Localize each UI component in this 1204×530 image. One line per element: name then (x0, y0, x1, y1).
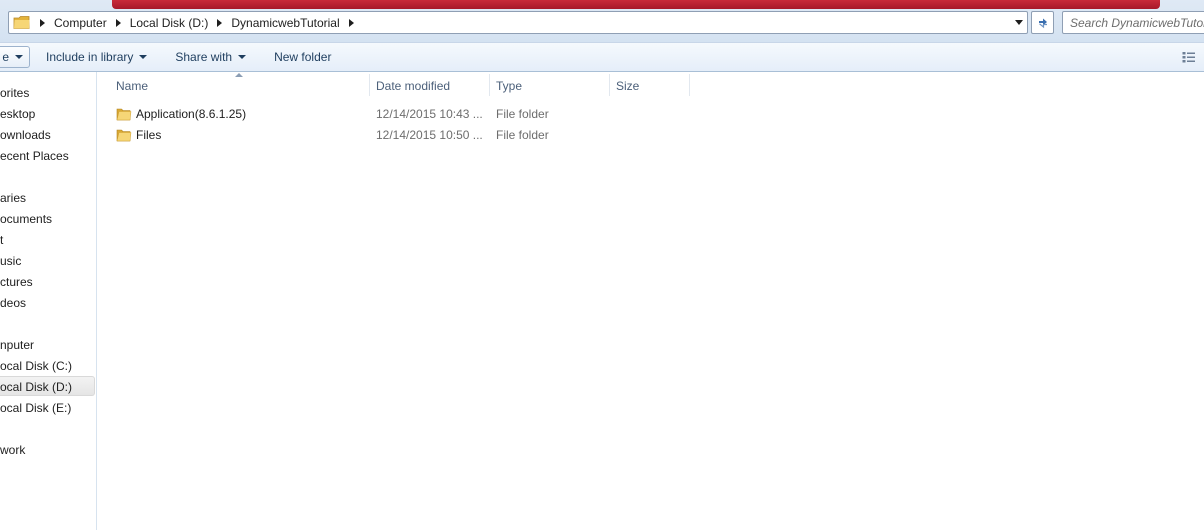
address-bar[interactable]: Computer Local Disk (D:) DynamicwebTutor… (8, 11, 1028, 34)
address-history-dropdown-icon[interactable] (1015, 20, 1023, 25)
breadcrumb-arrow-icon[interactable] (348, 18, 354, 27)
file-date-modified: 12/14/2015 10:43 ... (376, 107, 483, 121)
file-name: Application(8.6.1.25) (136, 107, 247, 121)
column-divider[interactable] (369, 74, 370, 96)
column-header-type[interactable]: Type (496, 72, 608, 99)
column-header-label: Name (116, 78, 149, 93)
search-input[interactable]: Search DynamicwebTutorial (1062, 11, 1204, 34)
folder-icon (116, 128, 132, 142)
nav-item-label: deos (0, 296, 27, 310)
file-row[interactable]: Files 12/14/2015 10:50 ... File folder (98, 125, 698, 145)
nav-item-computer[interactable]: nputer (0, 335, 96, 355)
nav-item-label: ocal Disk (E:) (0, 401, 72, 415)
include-in-library-button[interactable]: Include in library (38, 45, 155, 69)
nav-item-label: ecent Places (0, 149, 69, 163)
column-header-size[interactable]: Size (616, 72, 688, 99)
new-folder-button[interactable]: New folder (266, 45, 339, 69)
title-bar-fragment (112, 0, 1160, 9)
nav-item-local-disk-c[interactable]: ocal Disk (C:) (0, 356, 96, 376)
include-in-library-label: Include in library (46, 50, 134, 64)
column-header-date-modified[interactable]: Date modified (376, 72, 488, 99)
nav-item-recent-places[interactable]: ecent Places (0, 146, 96, 166)
nav-item-label: nputer (0, 338, 35, 352)
nav-item-downloads[interactable]: ownloads (0, 125, 96, 145)
column-header-name[interactable]: Name (116, 72, 366, 99)
nav-item-label: orites (0, 86, 30, 100)
nav-item-git[interactable]: t (0, 230, 96, 250)
nav-item-label: ocal Disk (D:) (0, 380, 73, 394)
column-divider[interactable] (489, 74, 490, 96)
share-with-label: Share with (175, 50, 233, 64)
breadcrumb-computer[interactable]: Computer (54, 12, 107, 33)
organize-button[interactable]: e (0, 46, 30, 68)
command-bar: e Include in library Share with New fold… (0, 42, 1204, 72)
nav-item-label: esktop (0, 107, 36, 121)
organize-label: e (2, 50, 9, 64)
nav-item-label: ownloads (0, 128, 51, 142)
folder-icon (13, 15, 31, 30)
nav-item-label: aries (0, 191, 27, 205)
column-divider[interactable] (609, 74, 610, 96)
new-folder-label: New folder (274, 50, 332, 64)
details-view-icon (1182, 52, 1195, 63)
nav-item-local-disk-d[interactable]: ocal Disk (D:) (0, 376, 95, 396)
file-type: File folder (496, 128, 549, 142)
column-divider[interactable] (689, 74, 690, 96)
search-placeholder: Search DynamicwebTutorial (1070, 15, 1204, 30)
chevron-down-icon (139, 55, 148, 59)
nav-item-favorites[interactable]: orites (0, 83, 96, 103)
nav-item-local-disk-e[interactable]: ocal Disk (E:) (0, 398, 96, 418)
nav-item-label: work (0, 443, 26, 457)
breadcrumb-label: Local Disk (D:) (129, 15, 209, 30)
nav-item-music[interactable]: usic (0, 251, 96, 271)
nav-item-network[interactable]: work (0, 440, 96, 460)
breadcrumb-label: Computer (54, 15, 107, 30)
change-view-button[interactable] (1182, 51, 1196, 64)
breadcrumb-dynamicwebtutorial[interactable]: DynamicwebTutorial (231, 12, 339, 33)
chevron-down-icon (238, 55, 247, 59)
column-header-label: Size (616, 78, 640, 93)
window-top-strip: Computer Local Disk (D:) DynamicwebTutor… (0, 0, 1204, 42)
refresh-icon (1038, 18, 1047, 28)
nav-item-libraries[interactable]: aries (0, 188, 96, 208)
nav-item-videos[interactable]: deos (0, 293, 96, 313)
navigation-pane: orites esktop ownloads ecent Places arie… (0, 72, 97, 530)
nav-item-label: t (0, 233, 4, 247)
breadcrumb-arrow-icon[interactable] (115, 18, 121, 27)
file-name: Files (136, 128, 162, 142)
nav-item-label: usic (0, 254, 22, 268)
breadcrumb-arrow-icon[interactable] (217, 18, 223, 27)
column-header-label: Type (496, 78, 523, 93)
nav-item-label: ocal Disk (C:) (0, 359, 73, 373)
folder-icon (116, 107, 132, 121)
nav-item-documents[interactable]: ocuments (0, 209, 96, 229)
nav-item-label: ocuments (0, 212, 53, 226)
chevron-down-icon (15, 55, 23, 59)
share-with-button[interactable]: Share with (167, 45, 254, 69)
nav-item-pictures[interactable]: ctures (0, 272, 96, 292)
file-list: Name Date modified Type Size Application… (98, 72, 1204, 530)
refresh-button[interactable] (1031, 11, 1054, 34)
breadcrumb-local-disk-d[interactable]: Local Disk (D:) (130, 12, 209, 33)
nav-item-label: ctures (0, 275, 33, 289)
breadcrumb-label: DynamicwebTutorial (231, 15, 340, 30)
breadcrumb-arrow-icon[interactable] (40, 18, 45, 27)
file-row[interactable]: Application(8.6.1.25) 12/14/2015 10:43 .… (98, 104, 698, 124)
column-header-label: Date modified (376, 78, 451, 93)
file-type: File folder (496, 107, 549, 121)
file-date-modified: 12/14/2015 10:50 ... (376, 128, 483, 142)
nav-item-desktop[interactable]: esktop (0, 104, 96, 124)
